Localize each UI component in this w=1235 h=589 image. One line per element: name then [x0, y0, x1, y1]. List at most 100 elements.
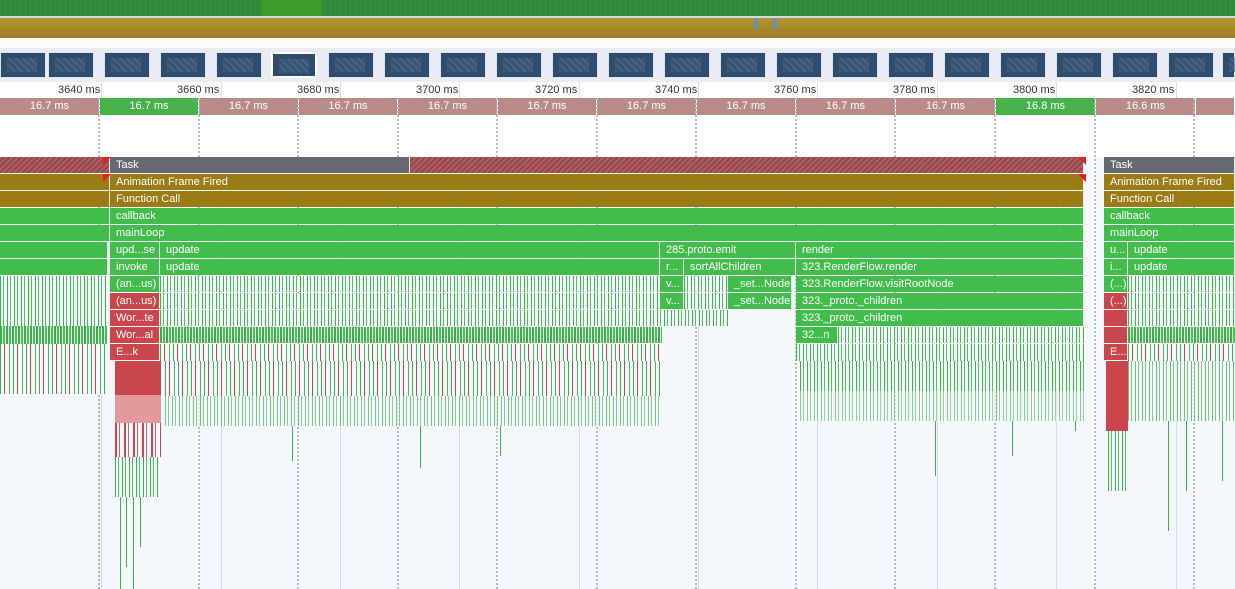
screenshot-thumbnail[interactable] [160, 52, 206, 78]
callback-bar[interactable]: callback [1104, 208, 1235, 224]
function-bar[interactable] [0, 259, 108, 275]
screenshot-thumbnail[interactable] [888, 52, 934, 78]
update-bar[interactable]: update [160, 259, 660, 275]
function-call-cluster[interactable] [160, 327, 662, 343]
function-bar[interactable] [0, 242, 108, 258]
function-bar[interactable]: v... [660, 293, 684, 309]
screenshot-thumbnail[interactable] [104, 52, 150, 78]
worker-bar[interactable] [1104, 310, 1128, 326]
screenshot-thumbnail[interactable] [720, 52, 766, 78]
frame-bar[interactable]: 16.7 ms [498, 98, 597, 115]
frame-bar[interactable]: 16.7 ms [299, 98, 398, 115]
anonymous-bar[interactable]: (...) [1104, 276, 1128, 292]
function-call-cluster[interactable] [1128, 327, 1235, 343]
mainloop-bar[interactable]: mainLoop [110, 225, 1084, 241]
long-task-bar[interactable] [0, 157, 110, 173]
screenshot-thumbnail[interactable] [944, 52, 990, 78]
worker-bar[interactable] [1104, 327, 1128, 343]
long-task-overtime[interactable] [410, 157, 1084, 173]
function-bar[interactable]: 32...n [796, 327, 838, 343]
render-bar[interactable]: render [796, 242, 1084, 258]
function-call-cluster[interactable] [0, 326, 108, 344]
screenshot-thumbnail[interactable] [1168, 52, 1214, 78]
mainloop-bar[interactable]: mainLoop [1104, 225, 1235, 241]
screenshot-filmstrip[interactable] [0, 48, 1235, 82]
set-node-bar[interactable]: _set...Node [728, 276, 792, 292]
screenshot-thumbnail[interactable] [1000, 52, 1046, 78]
frame-bar[interactable]: 16.7 ms [0, 98, 100, 115]
screenshot-thumbnail-selected[interactable] [271, 52, 317, 78]
frame-bar[interactable]: 16.6 ms [1096, 98, 1196, 115]
task-bar[interactable]: Task [110, 157, 410, 173]
long-call-stack[interactable] [115, 361, 161, 395]
screenshot-thumbnail[interactable] [1112, 52, 1158, 78]
anonymous-bar[interactable]: (an...us) [110, 276, 160, 292]
frame-bar[interactable]: 16.7 ms [896, 98, 996, 115]
function-call-cluster[interactable] [160, 293, 660, 309]
function-call-cluster[interactable] [160, 276, 660, 292]
animation-frame-fired-bar[interactable]: Animation Frame Fired [1104, 174, 1235, 190]
update-bar[interactable]: update [1128, 259, 1235, 275]
function-call-cluster[interactable] [800, 361, 1084, 391]
screenshot-thumbnail[interactable] [776, 52, 822, 78]
anonymous-bar[interactable]: (an...us) [110, 293, 160, 309]
frame-bar[interactable]: 16.7 ms [199, 98, 299, 115]
frame-bar[interactable]: 16.8 ms [996, 98, 1096, 115]
sort-all-children-bar[interactable]: sortAllChildren [684, 259, 796, 275]
scripting-overview-track[interactable] [0, 18, 1235, 38]
function-call-cluster[interactable] [160, 310, 730, 326]
screenshot-thumbnail[interactable] [1056, 52, 1102, 78]
frame-bar[interactable]: 16.7 ms [398, 98, 498, 115]
long-call-stack[interactable] [115, 395, 161, 423]
function-call-bar[interactable]: Function Call [110, 191, 1084, 207]
screenshot-thumbnail[interactable] [384, 52, 430, 78]
screenshot-thumbnail[interactable] [0, 52, 46, 78]
anonymous-bar[interactable]: (...) [1104, 293, 1128, 309]
function-call-bar[interactable] [0, 191, 110, 207]
screenshot-thumbnail[interactable] [496, 52, 542, 78]
worker-bar[interactable]: Wor...te [110, 310, 160, 326]
update-bar[interactable]: update [160, 242, 660, 258]
function-call-cluster[interactable] [1128, 344, 1235, 361]
function-call-cluster[interactable] [1128, 361, 1235, 421]
function-call-cluster[interactable] [0, 276, 108, 326]
set-node-bar[interactable]: _set...Node [728, 293, 792, 309]
function-bar[interactable]: v... [660, 276, 684, 292]
function-call-bar[interactable]: Function Call [1104, 191, 1235, 207]
screenshot-thumbnail[interactable] [552, 52, 598, 78]
function-call-cluster[interactable] [115, 457, 159, 497]
invoke-bar[interactable]: invoke [110, 259, 160, 275]
function-call-cluster[interactable] [796, 344, 1084, 361]
visit-root-node-bar[interactable]: 323.RenderFlow.visitRootNode [796, 276, 1084, 292]
function-call-cluster[interactable] [165, 396, 660, 426]
function-call-cluster[interactable] [1128, 293, 1235, 309]
proto-emit-bar[interactable]: 285.proto.emit [660, 242, 796, 258]
screenshot-thumbnail[interactable] [664, 52, 710, 78]
performance-timeline[interactable]: 3640 ms 3660 ms 3680 ms 3700 ms 3720 ms … [0, 0, 1235, 589]
frame-bar[interactable]: 16.7 ms [597, 98, 697, 115]
function-call-cluster[interactable] [1128, 310, 1235, 326]
function-bar[interactable] [0, 225, 110, 241]
task-bar[interactable]: Task [1104, 157, 1235, 173]
event-handler-bar[interactable]: E... [1104, 344, 1128, 360]
update-base-bar[interactable]: u... [1104, 242, 1128, 258]
worker-bar[interactable]: Wor...al [110, 327, 160, 343]
function-call-cluster[interactable] [1108, 431, 1128, 491]
function-call-cluster[interactable] [0, 344, 108, 394]
frame-bar[interactable]: 16.7 ms [100, 98, 199, 115]
callback-bar[interactable] [0, 208, 110, 224]
event-bar[interactable] [0, 174, 110, 190]
invoke-bar[interactable]: i... [1104, 259, 1128, 275]
screenshot-thumbnail[interactable] [48, 52, 94, 78]
update-base-bar[interactable]: upd...se [110, 242, 160, 258]
renderflow-render-bar[interactable]: 323.RenderFlow.render [796, 259, 1084, 275]
callback-bar[interactable]: callback [110, 208, 1084, 224]
screenshot-thumbnail[interactable] [440, 52, 486, 78]
long-call-stack[interactable] [1106, 361, 1128, 431]
screenshot-thumbnail[interactable] [832, 52, 878, 78]
screenshot-thumbnail[interactable] [216, 52, 262, 78]
screenshot-thumbnail[interactable] [608, 52, 654, 78]
function-call-cluster[interactable] [1128, 276, 1235, 292]
screenshot-thumbnail[interactable] [328, 52, 374, 78]
update-bar[interactable]: update [1128, 242, 1235, 258]
